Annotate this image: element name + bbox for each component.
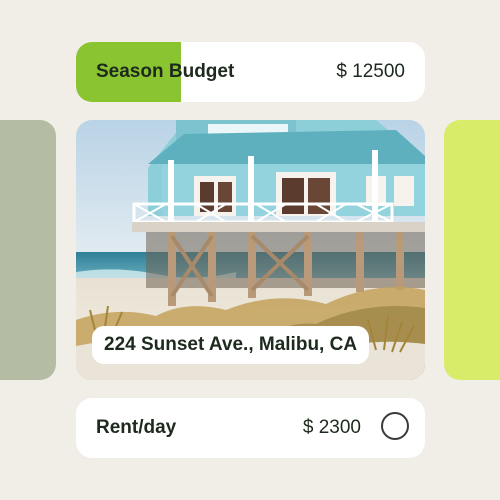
budget-value: $ 12500 bbox=[336, 61, 405, 82]
rent-per-day-card[interactable]: Rent/day $ 2300 bbox=[76, 398, 425, 458]
season-budget-card: Season Budget $ 12500 bbox=[76, 42, 425, 102]
listing-photo-card[interactable]: 224 Sunset Ave., Malibu, CA bbox=[76, 120, 425, 380]
rent-value: $ 2300 bbox=[302, 417, 361, 438]
right-side-panel bbox=[444, 120, 500, 380]
budget-label: Season Budget bbox=[96, 61, 235, 82]
left-side-panel bbox=[0, 120, 56, 380]
select-radio-button[interactable] bbox=[381, 412, 409, 440]
address-label: 224 Sunset Ave., Malibu, CA bbox=[92, 326, 370, 364]
rent-label: Rent/day bbox=[96, 417, 177, 438]
